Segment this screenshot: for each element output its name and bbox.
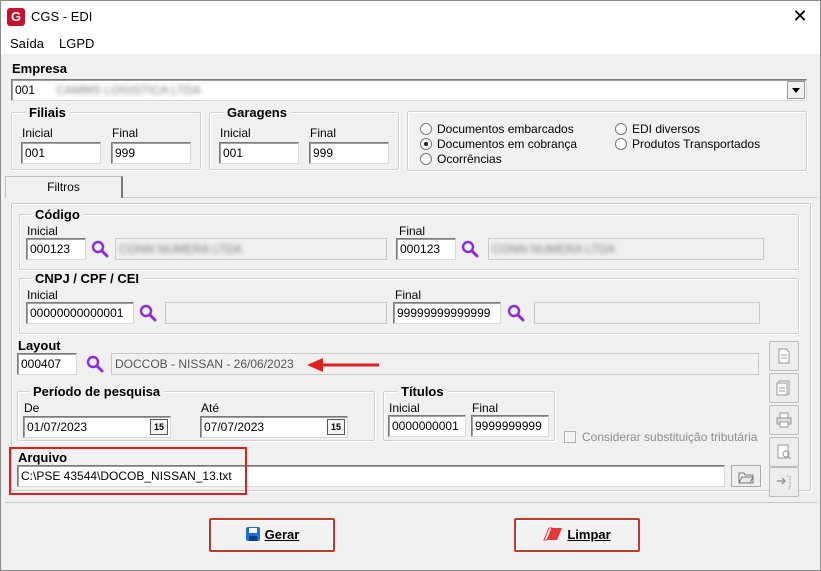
garagens-inicial-label: Inicial [220,126,251,140]
codigo-inicial-label: Inicial [27,224,58,238]
search-icon[interactable] [460,239,480,259]
search-icon[interactable] [85,354,105,374]
annotation-arrow-icon [307,357,381,376]
filiais-final-input[interactable]: 999 [111,142,191,164]
empresa-select[interactable]: 001 CAMMS LOGISTICA LTDA [11,79,807,101]
garagens-final-input[interactable]: 999 [309,142,389,164]
tab-divider [5,197,817,198]
cnpj-final-label: Final [395,288,422,302]
preview-icon[interactable] [769,437,799,467]
codigo-final-input[interactable]: 000123 [396,238,456,260]
search-icon[interactable] [90,239,110,259]
gerar-button[interactable]: Gerar [209,518,335,552]
folder-open-icon[interactable] [731,465,761,487]
app-window: G CGS - EDI ✕ Saída LGPD Empresa 001 CAM… [0,0,821,571]
codigo-title: Código [31,207,84,222]
label-ocorrencias: Ocorrências [437,152,502,166]
label-produtos-transportados: Produtos Transportados [632,137,761,151]
menu-bar [1,32,820,54]
arquivo-highlight-box [9,447,247,495]
titulos-inicial-label: Inicial [389,401,420,415]
layout-description: DOCCOB - NISSAN - 26/06/2023 [111,353,759,375]
codigo-inicial-input[interactable]: 000123 [26,238,86,260]
codigo-final-name: CONN NUMERA LTDA [488,238,764,260]
title-bar: G CGS - EDI ✕ [1,1,820,32]
layout-code-input[interactable]: 000407 [17,353,77,375]
codigo-inicial-name: CONN NUMERA LTDA [115,238,387,260]
calendar-icon[interactable]: 15 [150,419,168,435]
limpar-button[interactable]: Limpar [514,518,640,552]
cnpj-final-name [534,302,760,324]
calendar-icon[interactable]: 15 [327,419,345,435]
radio-documentos-cobranca[interactable] [420,138,432,150]
eraser-icon [543,527,563,541]
app-logo-icon: G [7,8,25,26]
considerar-checkbox[interactable] [564,431,576,443]
periodo-de-input[interactable]: 01/07/2023 [23,416,171,438]
gerar-button-label: Gerar [264,527,300,542]
codigo-final-name-text: CONN NUMERA LTDA [492,242,616,256]
save-icon [245,527,260,541]
periodo-ate-label: Até [201,401,220,415]
footer-divider [5,502,817,503]
filiais-inicial-label: Inicial [22,126,53,140]
codigo-final-label: Final [399,224,426,238]
periodo-title: Período de pesquisa [29,384,165,399]
label-documentos-embarcados: Documentos embarcados [437,122,574,136]
cnpj-final-input[interactable]: 99999999999999 [393,302,501,324]
tab-filtros[interactable]: Filtros [5,176,123,198]
garagens-title: Garagens [223,105,291,120]
radio-ocorrencias[interactable] [420,153,432,165]
printer-icon[interactable] [769,405,799,435]
codigo-inicial-name-text: CONN NUMERA LTDA [119,242,243,256]
empresa-name: CAMMS LOGISTICA LTDA [56,83,201,97]
cnpj-title: CNPJ / CPF / CEI [31,271,144,286]
cnpj-inicial-input[interactable]: 00000000000001 [26,302,134,324]
titulos-final-label: Final [472,401,499,415]
garagens-final-label: Final [310,126,337,140]
exit-icon[interactable] [769,467,799,497]
titulos-inicial-input[interactable]: 0000000001 [388,415,466,437]
search-icon[interactable] [506,303,526,323]
filiais-final-label: Final [112,126,139,140]
window-title: CGS - EDI [31,9,93,24]
limpar-button-label: Limpar [567,527,611,542]
titulos-final-input[interactable]: 9999999999 [471,415,549,437]
document-icon[interactable] [769,341,799,371]
cnpj-inicial-label: Inicial [27,288,58,302]
periodo-de-label: De [24,401,40,415]
close-icon[interactable]: ✕ [789,4,811,28]
menu-lgpd[interactable]: LGPD [59,36,94,51]
filiais-title: Filiais [25,105,70,120]
radio-documentos-embarcados[interactable] [420,123,432,135]
documents-icon[interactable] [769,373,799,403]
titulos-title: Títulos [397,384,448,399]
considerar-label: Considerar substituição tributária [582,430,758,444]
periodo-ate-input[interactable]: 07/07/2023 [200,416,348,438]
menu-saida[interactable]: Saída [10,36,44,51]
chevron-down-icon[interactable] [787,81,805,99]
radio-produtos-transportados[interactable] [615,138,627,150]
label-edi-diversos: EDI diversos [632,122,701,136]
cnpj-inicial-name [165,302,387,324]
search-icon[interactable] [138,303,158,323]
label-documentos-cobranca: Documentos em cobrança [437,137,578,151]
empresa-label: Empresa [12,61,67,76]
filiais-inicial-input[interactable]: 001 [21,142,101,164]
empresa-code: 001 [15,83,36,97]
garagens-inicial-input[interactable]: 001 [219,142,299,164]
layout-label: Layout [18,338,61,353]
radio-edi-diversos[interactable] [615,123,627,135]
